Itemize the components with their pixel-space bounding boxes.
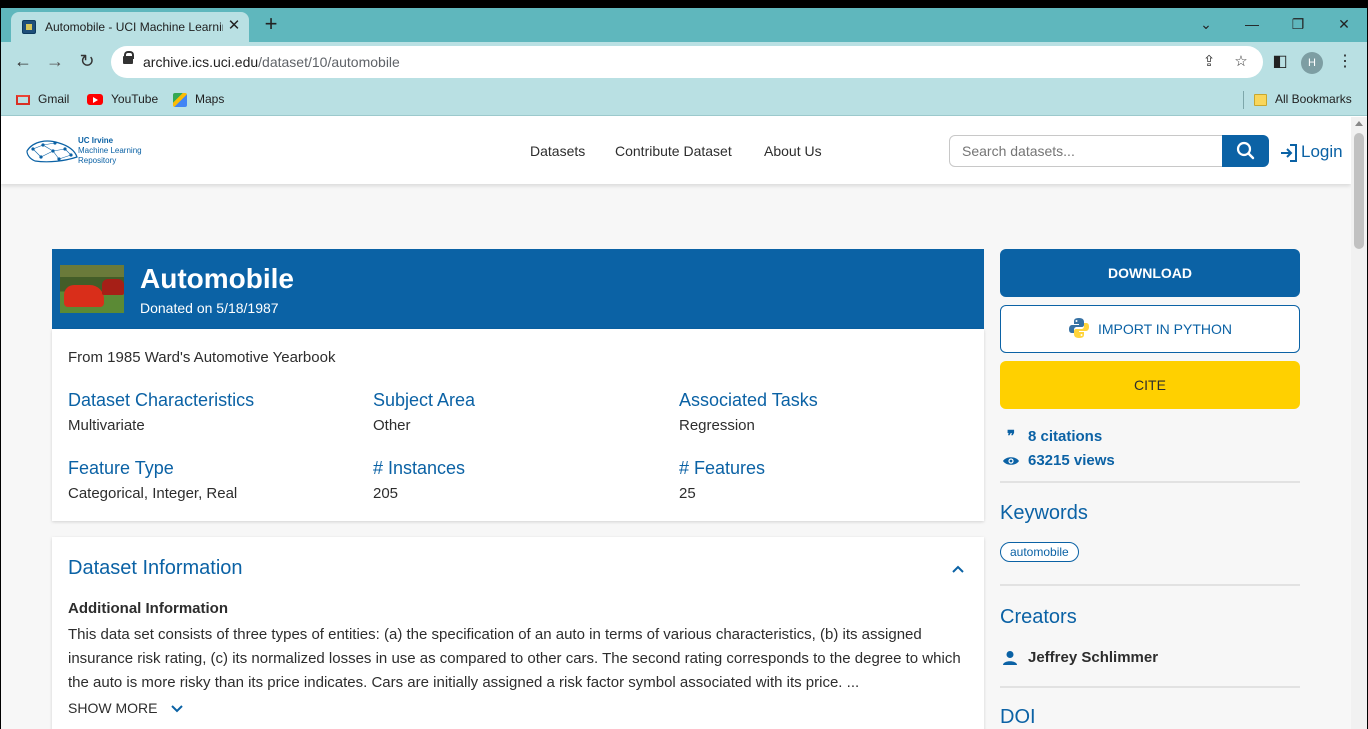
views-count: 63215 views bbox=[1002, 451, 1115, 471]
label-feature-type: Feature Type bbox=[68, 458, 174, 478]
keyword-tag[interactable]: automobile bbox=[1000, 542, 1079, 562]
login-icon bbox=[1281, 143, 1297, 162]
dataset-characteristics-card: From 1985 Ward's Automotive Yearbook Dat… bbox=[52, 329, 984, 521]
favicon-icon bbox=[22, 20, 36, 34]
import-in-python-button[interactable]: IMPORT IN PYTHON bbox=[1000, 305, 1300, 353]
search-button[interactable] bbox=[1222, 135, 1269, 167]
nav-contribute-dataset[interactable]: Contribute Dataset bbox=[615, 143, 732, 159]
show-more-button[interactable]: SHOW MORE bbox=[68, 700, 185, 716]
chevron-up-icon[interactable] bbox=[948, 559, 968, 579]
bookmark-maps[interactable]: Maps bbox=[173, 91, 224, 107]
minimize-button[interactable]: — bbox=[1232, 13, 1272, 37]
address-bar[interactable]: archive.ics.uci.edu/dataset/10/automobil… bbox=[111, 46, 1263, 78]
bookmarks-bar: Gmail YouTube Maps All Bookmarks bbox=[1, 82, 1367, 116]
doi-heading: DOI bbox=[1000, 706, 1036, 728]
value-dataset-characteristics: Multivariate bbox=[68, 417, 145, 434]
lock-icon[interactable] bbox=[123, 51, 134, 64]
tab-title: Automobile - UCI Machine Learning Reposi… bbox=[45, 20, 223, 34]
dataset-summary: From 1985 Ward's Automotive Yearbook bbox=[68, 349, 336, 366]
chevron-down-icon bbox=[171, 705, 184, 713]
scroll-up-arrow-icon[interactable] bbox=[1355, 121, 1363, 126]
dataset-information-card: Dataset Information Additional Informati… bbox=[52, 537, 984, 729]
site-header: UC Irvine Machine Learning Repository Data… bbox=[1, 117, 1351, 184]
back-button[interactable]: ← bbox=[11, 50, 35, 74]
keywords-heading: Keywords bbox=[1000, 502, 1088, 524]
browser-tab[interactable]: Automobile - UCI Machine Learning Reposi… bbox=[11, 12, 249, 42]
nav-about-us[interactable]: About Us bbox=[764, 143, 822, 159]
bookmark-star-icon[interactable]: ☆ bbox=[1231, 52, 1251, 72]
value-features: 25 bbox=[679, 485, 696, 502]
youtube-icon bbox=[87, 94, 103, 106]
all-bookmarks-button[interactable]: All Bookmarks bbox=[1254, 91, 1352, 107]
folder-icon bbox=[1254, 93, 1267, 106]
eye-icon bbox=[1003, 457, 1019, 465]
dataset-thumbnail bbox=[60, 265, 124, 313]
side-panel-icon[interactable]: ◧ bbox=[1268, 50, 1292, 74]
tab-bar: Automobile - UCI Machine Learning Reposi… bbox=[1, 8, 1367, 42]
person-icon bbox=[1003, 651, 1017, 666]
label-associated-tasks: Associated Tasks bbox=[679, 390, 818, 410]
donated-date: Donated on 5/18/1987 bbox=[140, 300, 279, 316]
restore-button[interactable]: ❐ bbox=[1278, 13, 1318, 37]
browser-window: Automobile - UCI Machine Learning Reposi… bbox=[1, 8, 1367, 729]
sidebar-divider bbox=[1000, 584, 1300, 586]
forward-button[interactable]: → bbox=[43, 50, 67, 74]
cite-button[interactable]: CITE bbox=[1000, 361, 1300, 409]
logo-text: UC Irvine Machine Learning Repository bbox=[78, 136, 142, 165]
quote-icon: ❞ bbox=[1006, 428, 1016, 446]
label-instances: # Instances bbox=[373, 458, 466, 478]
dataset-title: Automobile bbox=[140, 263, 294, 294]
search-icon bbox=[1236, 141, 1255, 160]
scroll-thumb[interactable] bbox=[1354, 133, 1364, 249]
bookmark-youtube[interactable]: YouTube bbox=[87, 91, 158, 107]
creators-heading: Creators bbox=[1000, 606, 1077, 628]
nav-datasets[interactable]: Datasets bbox=[530, 143, 585, 159]
menu-kebab-icon[interactable]: ⋮ bbox=[1333, 50, 1357, 74]
bookmarks-divider bbox=[1243, 91, 1244, 109]
new-tab-button[interactable]: + bbox=[259, 13, 283, 37]
network-logo-icon bbox=[26, 140, 78, 163]
additional-information-heading: Additional Information bbox=[68, 600, 228, 617]
share-icon[interactable]: ⇪ bbox=[1199, 52, 1219, 72]
page-scrollbar[interactable] bbox=[1351, 117, 1367, 729]
sidebar-divider bbox=[1000, 481, 1300, 483]
python-icon bbox=[1068, 318, 1089, 339]
close-window-button[interactable]: ✕ bbox=[1324, 13, 1364, 37]
browser-toolbar: ← → ↻ archive.ics.uci.edu/dataset/10/aut… bbox=[1, 42, 1367, 82]
profile-avatar[interactable]: H bbox=[1301, 52, 1323, 74]
download-button[interactable]: DOWNLOAD bbox=[1000, 249, 1300, 297]
additional-information-text: This data set consists of three types of… bbox=[68, 626, 961, 691]
citations-link[interactable]: ❞ 8 citations bbox=[1002, 427, 1102, 447]
value-feature-type: Categorical, Integer, Real bbox=[68, 485, 238, 502]
value-associated-tasks: Regression bbox=[679, 417, 755, 434]
gmail-icon bbox=[16, 94, 30, 105]
value-instances: 205 bbox=[373, 485, 399, 502]
bookmark-gmail[interactable]: Gmail bbox=[16, 91, 69, 107]
tab-search-chevron-icon[interactable]: ⌄ bbox=[1186, 13, 1226, 37]
label-dataset-characteristics: Dataset Characteristics bbox=[68, 390, 255, 410]
search-input[interactable] bbox=[949, 135, 1223, 167]
sidebar-divider bbox=[1000, 686, 1300, 688]
dataset-information-title[interactable]: Dataset Information bbox=[68, 557, 243, 580]
uci-logo[interactable]: UC Irvine Machine Learning Repository bbox=[25, 135, 155, 167]
dataset-header: Automobile Donated on 5/18/1987 bbox=[52, 249, 984, 329]
reload-button[interactable]: ↻ bbox=[75, 50, 99, 74]
label-features: # Features bbox=[679, 458, 766, 478]
page-content: UC Irvine Machine Learning Repository Data… bbox=[1, 117, 1367, 729]
url-text: archive.ics.uci.edu/dataset/10/automobil… bbox=[143, 54, 400, 70]
login-link[interactable]: Login bbox=[1279, 141, 1343, 163]
close-tab-icon[interactable]: ✕ bbox=[225, 17, 243, 35]
value-subject-area: Other bbox=[373, 417, 411, 434]
creator-item: Jeffrey Schlimmer bbox=[1002, 648, 1158, 668]
label-subject-area: Subject Area bbox=[373, 390, 476, 410]
maps-icon bbox=[173, 92, 187, 107]
